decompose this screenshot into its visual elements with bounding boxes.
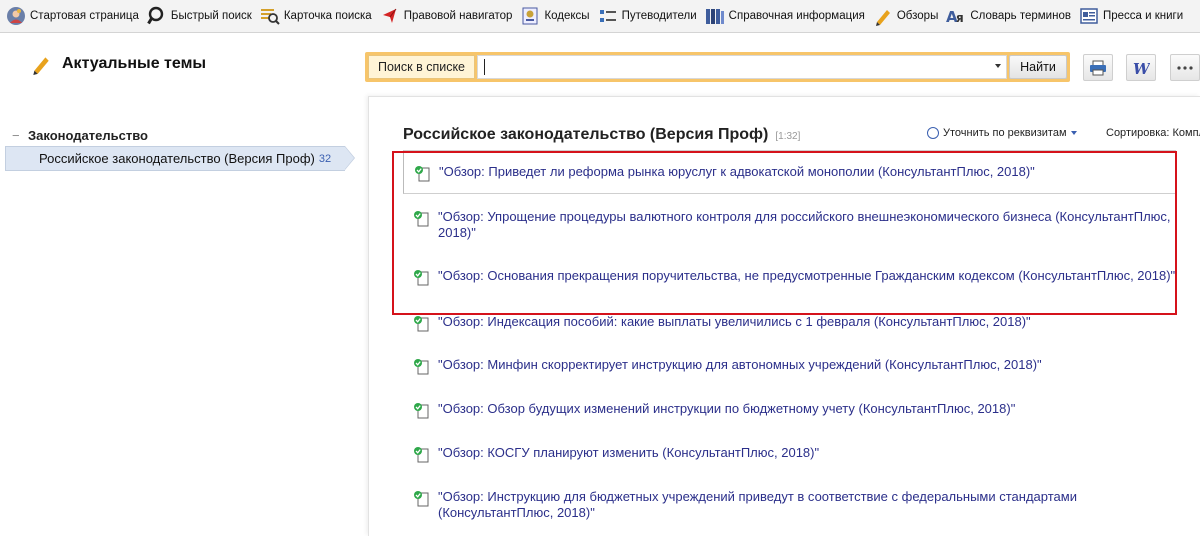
chevron-down-icon[interactable] [995, 64, 1001, 68]
list-item[interactable]: "Обзор: Приведет ли реформа рынка юруслу… [403, 150, 1176, 194]
press-icon [1079, 6, 1099, 26]
start-page-icon [6, 6, 26, 26]
search-card-icon [260, 6, 280, 26]
guides-icon [598, 6, 618, 26]
reviews-pen-icon [30, 53, 52, 75]
more-options-button[interactable] [1170, 54, 1200, 81]
toolbar-quick-search[interactable]: Быстрый поиск [147, 0, 260, 32]
svg-text:я: я [956, 11, 964, 25]
reference-books-icon [705, 6, 725, 26]
more-dots-icon [1177, 65, 1193, 71]
list-item[interactable]: "Обзор: Индексация пособий: какие выплат… [413, 314, 1183, 333]
document-ok-icon [413, 490, 431, 508]
collapse-icon[interactable]: − [12, 128, 22, 143]
find-button[interactable]: Найти [1009, 55, 1067, 79]
document-ok-icon [413, 315, 431, 333]
main-toolbar: Стартовая страница Быстрый поиск Карточк… [0, 0, 1200, 33]
toolbar-reference-info[interactable]: Справочная информация [705, 0, 873, 32]
document-ok-icon [413, 210, 431, 228]
refine-label: Уточнить по реквизитам [943, 127, 1067, 139]
list-item[interactable]: "Обзор: Основания прекращения поручитель… [413, 268, 1183, 287]
toolbar-search-card[interactable]: Карточка поиска [260, 0, 380, 32]
document-ok-icon [413, 269, 431, 287]
search-input[interactable] [477, 55, 1007, 79]
list-item[interactable]: "Обзор: Минфин скорректирует инструкцию … [413, 357, 1183, 376]
document-ok-icon [413, 402, 431, 420]
document-ok-icon [413, 358, 431, 376]
list-item[interactable]: "Обзор: Инструкцию для бюджетных учрежде… [413, 489, 1183, 521]
tree-item-label: Российское законодательство (Версия Проф… [39, 151, 315, 166]
document-link[interactable]: "Обзор: Инструкцию для бюджетных учрежде… [438, 489, 1183, 521]
text-caret [484, 59, 485, 75]
sort-control[interactable]: Сортировка: Компл [1106, 127, 1200, 139]
toolbar-press-books[interactable]: Пресса и книги [1079, 0, 1191, 32]
tree-group-legislation[interactable]: − Законодательство [12, 128, 148, 143]
document-link[interactable]: "Обзор: Упрощение процедуры валютного ко… [438, 209, 1183, 241]
toolbar-start-page[interactable]: Стартовая страница [6, 0, 147, 32]
refine-circle-icon [927, 127, 939, 139]
refine-by-details-link[interactable]: Уточнить по реквизитам [927, 127, 1077, 139]
document-link[interactable]: "Обзор: Индексация пособий: какие выплат… [438, 314, 1031, 330]
tree-group-label: Законодательство [28, 128, 148, 143]
print-button[interactable] [1083, 54, 1113, 81]
list-item[interactable]: "Обзор: Упрощение процедуры валютного ко… [413, 209, 1183, 241]
list-item[interactable]: "Обзор: КОСГУ планируют изменить (Консул… [413, 445, 1183, 464]
reviews-pen-icon [873, 6, 893, 26]
toolbar-codes[interactable]: Кодексы [520, 0, 597, 32]
svg-text:W: W [1133, 60, 1150, 76]
tree-item-russian-legislation[interactable]: Российское законодательство (Версия Проф… [5, 146, 355, 171]
printer-icon [1089, 60, 1107, 76]
document-link[interactable]: "Обзор: Минфин скорректирует инструкцию … [438, 357, 1042, 373]
toolbar-guides[interactable]: Путеводители [598, 0, 705, 32]
document-link[interactable]: "Обзор: Основания прекращения поручитель… [438, 268, 1175, 284]
document-link[interactable]: "Обзор: Приведет ли реформа рынка юруслу… [439, 164, 1035, 180]
search-in-list-tab[interactable]: Поиск в списке [368, 55, 475, 79]
chevron-down-icon [1070, 131, 1077, 135]
left-panel-title: Актуальные темы [30, 53, 206, 75]
document-ok-icon [414, 165, 432, 183]
export-word-button[interactable]: W [1126, 54, 1156, 81]
legal-navigator-icon [380, 6, 400, 26]
list-title: Российское законодательство (Версия Проф… [403, 126, 800, 144]
dictionary-icon: Ая [946, 6, 966, 26]
page-title: Актуальные темы [62, 55, 207, 72]
tree-item-count: 32 [318, 152, 332, 165]
document-link[interactable]: "Обзор: КОСГУ планируют изменить (Консул… [438, 445, 819, 461]
toolbar-reviews[interactable]: Обзоры [873, 0, 946, 32]
codes-icon [520, 6, 540, 26]
toolbar-legal-navigator[interactable]: Правовой навигатор [380, 0, 521, 32]
list-item[interactable]: "Обзор: Обзор будущих изменений инструкц… [413, 401, 1183, 420]
document-link[interactable]: "Обзор: Обзор будущих изменений инструкц… [438, 401, 1015, 417]
list-count: [1:32] [775, 131, 801, 142]
list-title-text: Российское законодательство (Версия Проф… [403, 126, 769, 143]
document-ok-icon [413, 446, 431, 464]
word-icon: W [1132, 60, 1150, 76]
toolbar-dictionary[interactable]: Ая Словарь терминов [946, 0, 1079, 32]
search-icon [147, 6, 167, 26]
